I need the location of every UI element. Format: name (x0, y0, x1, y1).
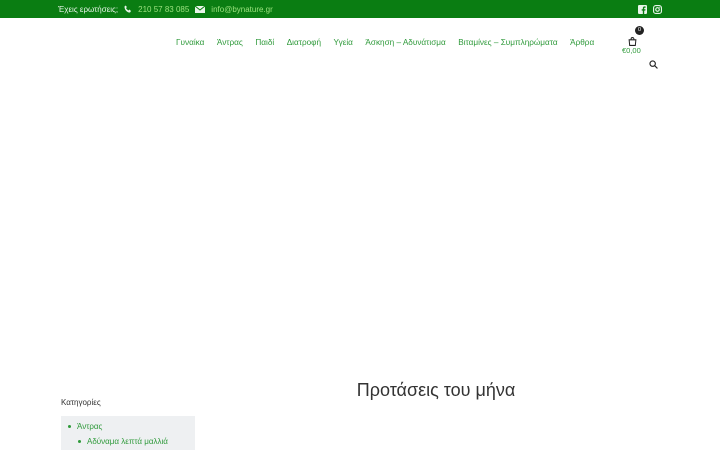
nav-item-health[interactable]: Υγεία (334, 38, 353, 47)
instagram-icon[interactable] (653, 4, 662, 14)
nav-item-articles[interactable]: Άρθρα (570, 38, 594, 47)
nav-item-women[interactable]: Γυναίκα (176, 38, 204, 47)
cart-count-badge: 0 (635, 26, 644, 35)
categories-list: Άντρας Αδύναμα λεπτά μαλλιά (61, 416, 195, 450)
phone-link[interactable]: 210 57 83 085 (138, 5, 189, 14)
subcategory-item[interactable]: Αδύναμα λεπτά μαλλιά (78, 437, 168, 446)
nav-item-men[interactable]: Άντρας (217, 38, 243, 47)
nav-item-kids[interactable]: Παιδί (255, 38, 274, 47)
facebook-icon[interactable] (638, 4, 647, 14)
cart-total: €0,00 (622, 46, 641, 55)
subcategory-label: Αδύναμα λεπτά μαλλιά (87, 437, 168, 446)
questions-label: Έχεις ερωτήσεις; (58, 4, 119, 14)
section-title: Προτάσεις του μήνα (356, 380, 516, 400)
site-header: Γυναίκα Άντρας Παιδί Διατροφή Υγεία Άσκη… (0, 18, 720, 69)
social-links (638, 0, 662, 18)
nav-item-exercise[interactable]: Άσκηση – Αδυνάτισμα (365, 38, 445, 47)
envelope-icon (195, 5, 206, 13)
phone-icon (124, 5, 132, 13)
list-bullet (78, 440, 81, 443)
category-label: Άντρας (77, 422, 103, 431)
category-item[interactable]: Άντρας (68, 422, 102, 431)
main-navigation: Γυναίκα Άντρας Παιδί Διατροφή Υγεία Άσκη… (176, 38, 594, 47)
list-bullet (68, 425, 71, 428)
top-bar: Έχεις ερωτήσεις; 210 57 83 085 info@byna… (0, 0, 720, 18)
cart-button[interactable]: 0 €0,00 (622, 26, 648, 58)
email-link[interactable]: info@bynature.gr (211, 5, 273, 14)
contact-info: Έχεις ερωτήσεις; 210 57 83 085 info@byna… (58, 0, 273, 18)
nav-item-nutrition[interactable]: Διατροφή (287, 38, 321, 47)
search-icon[interactable] (649, 56, 658, 74)
nav-item-vitamins[interactable]: Βιταμίνες – Συμπληρώματα (458, 38, 557, 47)
